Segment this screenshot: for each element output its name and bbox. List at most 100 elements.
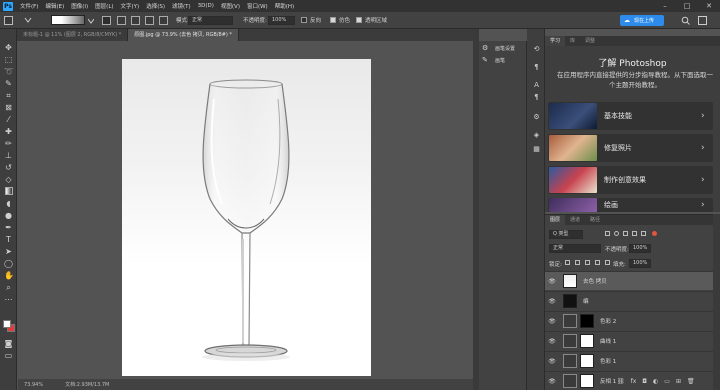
paragraph-icon[interactable]: ¶ xyxy=(532,63,541,72)
adjustment-filter-icon[interactable] xyxy=(614,231,619,236)
opacity-field[interactable]: 100% xyxy=(268,16,295,25)
crop-tool-icon[interactable]: ⌗ xyxy=(4,91,13,100)
angle-gradient-icon[interactable] xyxy=(131,16,140,25)
new-layer-icon[interactable]: ⊞ xyxy=(676,378,681,385)
tab-learn[interactable]: 学习 xyxy=(545,36,566,46)
menu-edit[interactable]: 编辑(E) xyxy=(45,2,64,10)
visibility-eye-icon[interactable]: 👁 xyxy=(545,318,559,325)
tab-channels[interactable]: 通道 xyxy=(565,215,585,225)
visibility-eye-icon[interactable]: 👁 xyxy=(545,278,559,285)
layer-row[interactable]: 👁 去色 拷贝 xyxy=(545,271,715,290)
fill-field[interactable]: 100% xyxy=(629,259,651,268)
add-mask-icon[interactable]: ◘ xyxy=(642,378,647,385)
transparency-checkbox[interactable] xyxy=(356,17,362,23)
mode-select[interactable]: 正常 xyxy=(188,16,233,25)
layer-row[interactable]: 👁 色彩 2 xyxy=(545,311,715,330)
learn-card-creative-effects[interactable]: 制作创意效果 › xyxy=(548,166,713,194)
foreground-color-swatch[interactable] xyxy=(3,320,11,328)
gradient-tool-icon[interactable] xyxy=(4,187,13,196)
tool-preset-chevron-icon[interactable] xyxy=(24,16,32,24)
gradient-preview[interactable] xyxy=(51,15,85,25)
more-tools-icon[interactable]: ⋯ xyxy=(4,295,13,304)
properties-icon[interactable]: ⚙ xyxy=(532,113,541,122)
diamond-gradient-icon[interactable] xyxy=(159,16,168,25)
grid-icon[interactable]: ▦ xyxy=(532,145,541,154)
tab-untitled[interactable]: 未标题-1 @ 11% (图层 2, RGB/8/CMYK) * xyxy=(17,29,129,41)
link-layers-icon[interactable]: ⛓ xyxy=(617,378,625,385)
character-icon[interactable]: A xyxy=(532,81,541,90)
lasso-tool-icon[interactable]: ➰ xyxy=(4,67,14,76)
smart-object-filter-icon[interactable] xyxy=(641,231,646,236)
lock-all-icon[interactable] xyxy=(605,260,610,265)
clone-stamp-tool-icon[interactable]: ⊥ xyxy=(4,151,13,160)
frame-tool-icon[interactable]: ⊠ xyxy=(4,103,13,112)
visibility-eye-icon[interactable]: 👁 xyxy=(545,358,559,365)
blur-tool-icon[interactable]: ◖ xyxy=(4,199,13,208)
menu-3d[interactable]: 3D(D) xyxy=(198,3,214,9)
pen-tool-icon[interactable]: ✒ xyxy=(4,223,13,232)
brush-tool-icon[interactable]: ✏ xyxy=(4,139,13,148)
close-button[interactable]: ✕ xyxy=(698,0,720,12)
brush-item[interactable]: ✎ 画笔 xyxy=(482,55,505,65)
layer-opacity-field[interactable]: 100% xyxy=(629,244,651,253)
move-tool-icon[interactable]: ✥ xyxy=(4,43,13,52)
maximize-button[interactable]: □ xyxy=(676,0,698,12)
filter-toggle-icon[interactable] xyxy=(652,231,657,236)
linear-gradient-icon[interactable] xyxy=(102,16,111,25)
learn-card-fix-photos[interactable]: 修复照片 › xyxy=(548,134,713,162)
quick-mask-icon[interactable]: ◙ xyxy=(4,339,13,348)
paragraph-styles-icon[interactable]: ¶ xyxy=(532,93,541,102)
layer-kind-filter[interactable]: Q 类型 xyxy=(549,230,583,239)
new-group-icon[interactable]: ▭ xyxy=(664,378,670,385)
workspace-icon[interactable] xyxy=(698,16,707,25)
layer-row[interactable]: 👁 编 xyxy=(545,291,715,310)
brush-settings-item[interactable]: ⚙ 画笔设置 xyxy=(482,43,515,53)
layers-scrollbar[interactable] xyxy=(713,214,720,390)
cloud-upload-button[interactable]: ☁ 现在上传 xyxy=(620,15,664,26)
path-select-tool-icon[interactable]: ➤ xyxy=(4,247,13,256)
zoom-tool-icon[interactable]: ⌕ xyxy=(4,283,13,292)
new-adjustment-icon[interactable]: ◐ xyxy=(653,378,658,385)
zoom-level[interactable]: 73.94% xyxy=(24,382,43,388)
cube-icon[interactable]: ◈ xyxy=(532,131,541,140)
gradient-picker-chevron-icon[interactable] xyxy=(87,18,95,24)
pixel-filter-icon[interactable] xyxy=(605,231,610,236)
eraser-tool-icon[interactable]: ◇ xyxy=(4,175,13,184)
menu-file[interactable]: 文件(F) xyxy=(20,2,38,10)
screen-mode-icon[interactable]: ▭ xyxy=(4,351,13,360)
document-canvas[interactable] xyxy=(122,59,371,376)
lock-pixels-icon[interactable] xyxy=(575,260,580,265)
lock-artboard-icon[interactable] xyxy=(595,260,600,265)
delete-layer-icon[interactable]: 🗑 xyxy=(687,378,695,385)
menu-window[interactable]: 窗口(W) xyxy=(247,2,268,10)
menu-filter[interactable]: 滤镜(T) xyxy=(172,2,191,10)
tab-original-jpg[interactable]: 原图.jpg @ 73.9% (去色 拷贝, RGB/8#) * xyxy=(128,29,239,41)
menu-view[interactable]: 视图(V) xyxy=(221,2,240,10)
menu-image[interactable]: 图像(I) xyxy=(71,2,88,10)
visibility-eye-icon[interactable]: 👁 xyxy=(545,338,559,345)
layer-row[interactable]: 👁 色彩 1 xyxy=(545,351,715,370)
layer-row[interactable]: 👁 曲线 1 xyxy=(545,331,715,350)
shape-tool-icon[interactable]: ◯ xyxy=(4,259,13,268)
menu-help[interactable]: 帮助(H) xyxy=(275,2,294,10)
lock-position-icon[interactable] xyxy=(585,260,590,265)
menu-type[interactable]: 文字(Y) xyxy=(121,2,140,10)
menu-layer[interactable]: 图层(L) xyxy=(95,2,113,10)
reverse-checkbox[interactable] xyxy=(301,17,307,23)
healing-brush-tool-icon[interactable]: ✚ xyxy=(4,127,13,136)
tab-adjustments[interactable]: 调整 xyxy=(580,36,600,46)
tab-libraries[interactable]: 库 xyxy=(565,36,580,46)
shape-filter-icon[interactable] xyxy=(632,231,637,236)
gradient-tool-icon[interactable] xyxy=(4,16,13,25)
type-filter-icon[interactable] xyxy=(623,231,628,236)
tab-layers[interactable]: 图层 xyxy=(545,215,566,225)
type-tool-icon[interactable]: T xyxy=(4,235,13,244)
radial-gradient-icon[interactable] xyxy=(117,16,126,25)
eyedropper-tool-icon[interactable]: ⁄ xyxy=(4,115,13,124)
learn-card-painting[interactable]: 绘画 › xyxy=(548,198,713,212)
visibility-eye-icon[interactable]: 👁 xyxy=(545,378,559,385)
marquee-tool-icon[interactable]: ⬚ xyxy=(4,55,13,64)
learn-card-basic-skills[interactable]: 基本技能 › xyxy=(548,102,713,130)
search-icon[interactable] xyxy=(681,16,690,25)
hand-tool-icon[interactable]: ✋ xyxy=(4,271,14,280)
